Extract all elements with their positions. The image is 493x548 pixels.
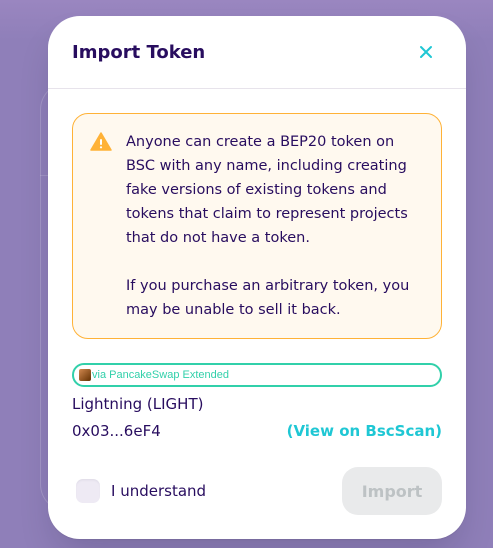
understand-checkbox[interactable] bbox=[76, 479, 100, 503]
warning-paragraph-2: If you purchase an arbitrary token, you … bbox=[126, 278, 410, 318]
understand-row[interactable]: I understand bbox=[76, 479, 206, 503]
token-address-row: 0x03...6eF4 (View on BscScan) bbox=[72, 422, 442, 440]
import-token-modal: Import Token Anyone can create a BEP20 t… bbox=[48, 16, 466, 539]
token-source-label: via PancakeSwap Extended bbox=[92, 369, 229, 381]
modal-title: Import Token bbox=[72, 41, 206, 63]
warning-paragraph-1: Anyone can create a BEP20 token on BSC w… bbox=[126, 134, 408, 246]
import-button[interactable]: Import bbox=[342, 467, 442, 515]
pancakeswap-logo-icon bbox=[79, 369, 91, 381]
view-on-bscscan-link[interactable]: (View on BscScan) bbox=[287, 422, 442, 440]
warning-box: Anyone can create a BEP20 token on BSC w… bbox=[72, 113, 442, 339]
close-button[interactable] bbox=[406, 32, 446, 72]
modal-header: Import Token bbox=[48, 16, 466, 89]
token-address: 0x03...6eF4 bbox=[72, 422, 161, 440]
warning-text: Anyone can create a BEP20 token on BSC w… bbox=[126, 130, 427, 322]
close-icon bbox=[420, 46, 432, 58]
token-source-badge: via PancakeSwap Extended bbox=[72, 363, 442, 387]
understand-label: I understand bbox=[111, 482, 207, 500]
warning-icon bbox=[90, 132, 112, 151]
token-name: Lightning (LIGHT) bbox=[72, 395, 204, 413]
